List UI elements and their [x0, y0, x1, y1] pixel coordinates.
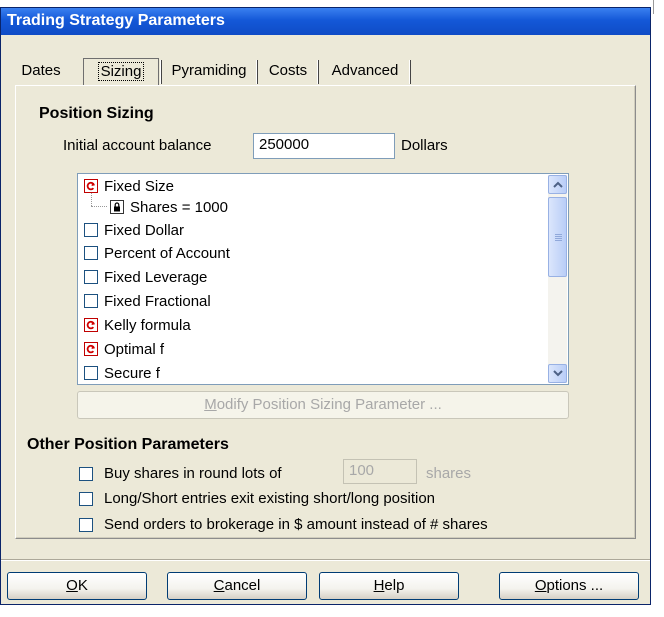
bottom-divider [1, 559, 650, 561]
top-strip [0, 0, 664, 14]
modify-button-accel: M [204, 396, 217, 413]
checkbox-icon[interactable] [84, 294, 98, 308]
window-title: Trading Strategy Parameters [7, 12, 225, 29]
modify-button-text: odify Position Sizing Parameter ... [216, 396, 442, 413]
checkbox-icon[interactable] [84, 223, 98, 237]
list-item-label: Shares = 1000 [130, 199, 228, 216]
tab-costs[interactable]: Costs [259, 58, 317, 86]
brokerage-checkbox[interactable] [79, 518, 93, 532]
ok-label: K [77, 577, 88, 594]
dialog-window: Trading Strategy Parameters Dates Sizing… [0, 7, 651, 605]
refresh-red-icon [84, 342, 98, 356]
edge-tick [653, 0, 654, 14]
tree-line [91, 206, 107, 208]
options-accel: O [534, 577, 547, 594]
chevron-up-icon [553, 181, 563, 188]
ok-accel: O [66, 577, 78, 594]
tab-dates[interactable]: Dates [15, 58, 67, 86]
sizing-method-list[interactable]: Fixed Size Shares = 1000 Fixed Dollar Pe… [77, 173, 569, 385]
cancel-button[interactable]: Cancel [167, 572, 307, 600]
tab-costs-label: Costs [268, 62, 308, 79]
balance-label: Initial account balance [63, 137, 212, 154]
ok-button[interactable]: OK [7, 572, 147, 600]
tab-pyramiding[interactable]: Pyramiding [163, 58, 255, 86]
tab-advanced-label: Advanced [331, 62, 399, 79]
scroll-thumb[interactable] [548, 197, 567, 277]
other-params-heading: Other Position Parameters [27, 436, 229, 453]
round-lots-label: Buy shares in round lots of [104, 465, 282, 482]
long-short-label: Long/Short entries exit existing short/l… [104, 490, 436, 507]
tab-separator [256, 60, 258, 84]
list-item-label: Fixed Size [104, 178, 175, 195]
list-item-label: Fixed Dollar [104, 222, 185, 239]
round-lots-input[interactable]: 100 [343, 459, 417, 484]
tree-line [91, 193, 93, 206]
options-button[interactable]: Options ... [499, 572, 639, 600]
scroll-up-button[interactable] [548, 175, 567, 194]
modify-parameter-button[interactable]: Modify Position Sizing Parameter ... [77, 391, 569, 419]
checkbox-icon[interactable] [84, 246, 98, 260]
tab-pyramiding-label: Pyramiding [171, 62, 247, 79]
help-button[interactable]: Help [319, 572, 459, 600]
scroll-down-button[interactable] [548, 364, 567, 383]
help-label: elp [384, 577, 405, 594]
cancel-accel: C [213, 577, 225, 594]
list-scrollbar[interactable] [548, 175, 567, 383]
position-sizing-heading: Position Sizing [39, 105, 154, 122]
tab-separator [160, 60, 162, 84]
balance-input[interactable]: 250000 [253, 133, 395, 159]
round-lots-checkbox[interactable] [79, 467, 93, 481]
balance-unit: Dollars [401, 137, 448, 154]
options-label: ptions ... [546, 577, 604, 594]
tab-advanced[interactable]: Advanced [321, 58, 409, 86]
tab-separator [317, 60, 319, 84]
refresh-red-icon [84, 179, 98, 193]
tab-dates-label: Dates [21, 62, 61, 79]
thumb-grip [555, 238, 562, 239]
brokerage-label: Send orders to brokerage in $ amount ins… [104, 516, 488, 533]
round-lots-unit: shares [426, 465, 472, 482]
list-item-label: Fixed Leverage [104, 269, 208, 286]
lock-icon [110, 200, 124, 214]
thumb-grip [555, 234, 562, 235]
checkbox-icon[interactable] [84, 270, 98, 284]
cancel-label: ancel [224, 577, 261, 594]
chevron-down-icon [553, 370, 563, 377]
thumb-grip [555, 240, 562, 241]
list-item-label: Kelly formula [104, 317, 191, 334]
list-item-label: Percent of Account [104, 245, 230, 262]
tab-separator [409, 60, 411, 84]
help-accel: H [373, 577, 385, 594]
long-short-checkbox[interactable] [79, 492, 93, 506]
list-item-label: Secure f [104, 365, 160, 382]
list-item-label: Optimal f [104, 341, 165, 358]
title-bar[interactable]: Trading Strategy Parameters [1, 8, 650, 35]
tab-sizing-label: Sizing [97, 62, 145, 81]
list-item-label: Fixed Fractional [104, 293, 211, 310]
thumb-grip [555, 236, 562, 237]
checkbox-icon[interactable] [84, 366, 98, 380]
refresh-red-icon [84, 318, 98, 332]
tab-sizing[interactable]: Sizing [83, 58, 159, 86]
